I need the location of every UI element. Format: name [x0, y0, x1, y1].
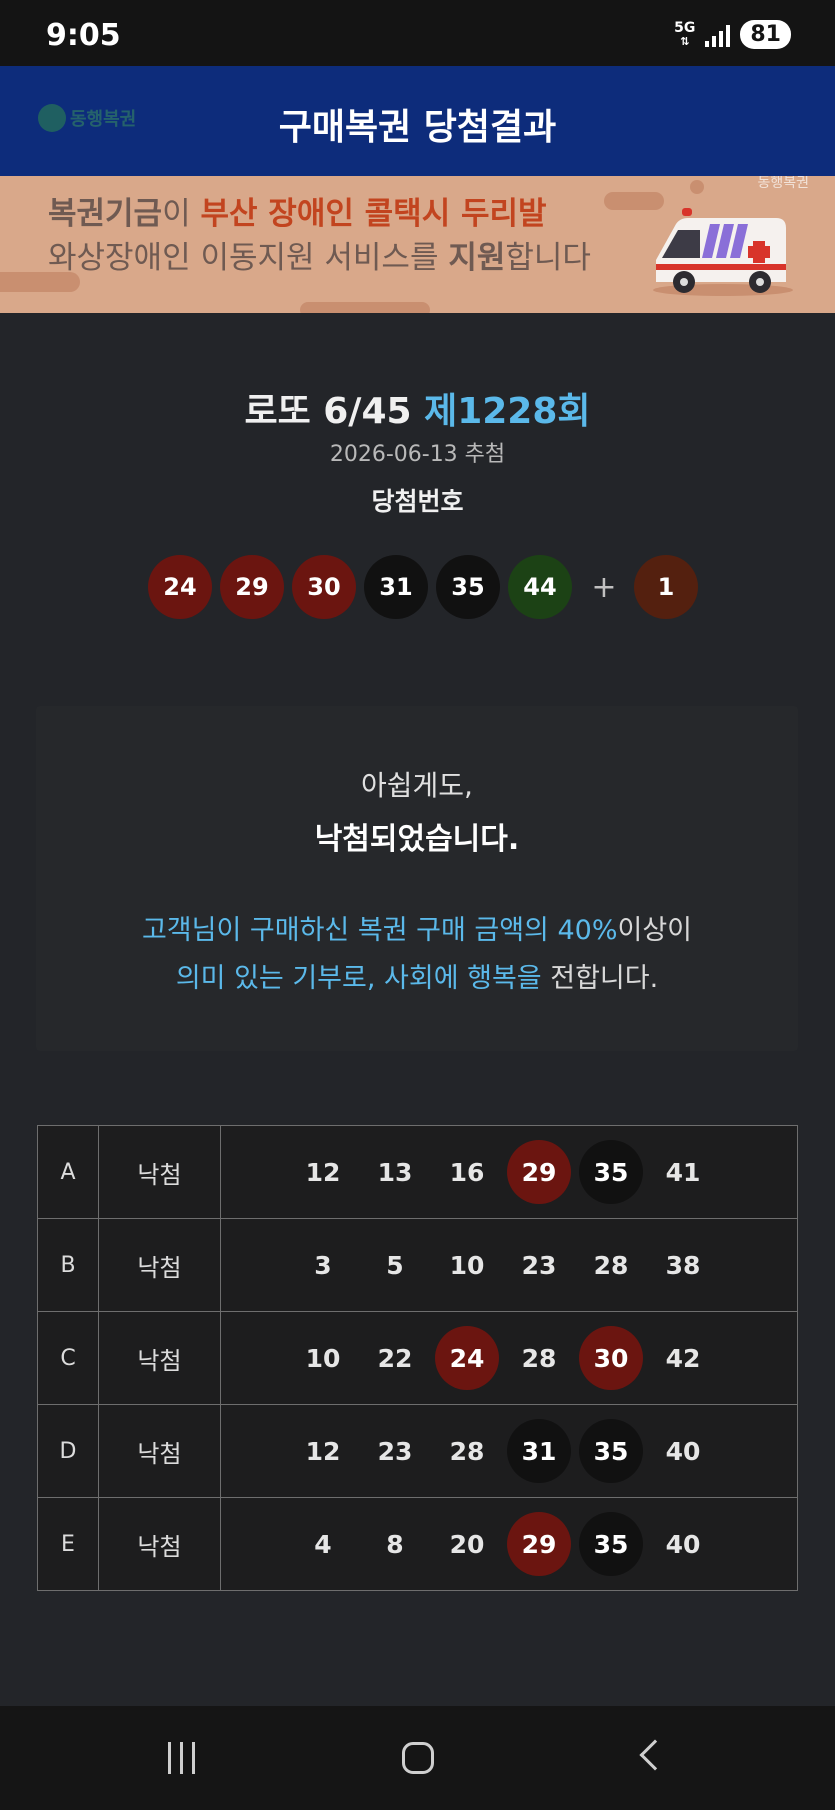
table-row: B 낙첨 3 5 10 23 28 38: [37, 1218, 798, 1312]
ticket-label: E: [37, 1497, 99, 1591]
promo-banner[interactable]: 동행복권 복권기금이 부산 장애인 콜택시 두리발 와상장애인 이동지원 서비스…: [0, 176, 835, 313]
ticket-number: 13: [377, 1157, 413, 1187]
bonus-number-ball: 1: [634, 555, 698, 619]
ticket-label: B: [37, 1218, 99, 1312]
ambulance-icon: [653, 208, 793, 296]
donation-message-line1: 고객님이 구매하신 복권 구매 금액의 40%이상이: [141, 915, 693, 946]
ticket-number: 28: [449, 1436, 485, 1466]
ticket-status: 낙첨: [98, 1311, 221, 1405]
matched-number-ball: 31: [507, 1419, 571, 1483]
matched-number-ball: 35: [579, 1512, 643, 1576]
winning-number-ball: 30: [292, 555, 356, 619]
winning-number-ball: 44: [508, 555, 572, 619]
table-row: A 낙첨 12 13 16 29 35 41: [37, 1125, 798, 1219]
result-status: 낙첨되었습니다.: [314, 822, 520, 857]
winning-number-ball: 35: [436, 555, 500, 619]
ticket-number: 41: [665, 1157, 701, 1187]
ticket-number: 10: [305, 1343, 341, 1373]
page-title: 구매복권 당첨결과: [278, 107, 557, 148]
ticket-number: 23: [521, 1250, 557, 1280]
matched-number-ball: 29: [507, 1140, 571, 1204]
table-row: C 낙첨 10 22 24 28 30 42: [37, 1311, 798, 1405]
table-row: E 낙첨 4 8 20 29 35 40: [37, 1497, 798, 1591]
matched-number-ball: 30: [579, 1326, 643, 1390]
ticket-number: 40: [665, 1436, 701, 1466]
winning-numbers-label: 당첨번호: [371, 487, 464, 516]
status-icons: 5G ⇅ 81: [674, 20, 791, 49]
ticket-number: 12: [305, 1436, 341, 1466]
ticket-status: 낙첨: [98, 1218, 221, 1312]
ticket-number: 4: [314, 1529, 332, 1559]
result-message-box: 아쉽게도, 낙첨되었습니다. 고객님이 구매하신 복권 구매 금액의 40%이상…: [36, 706, 798, 1051]
ticket-number: 5: [386, 1250, 404, 1280]
result-intro: 아쉽게도,: [361, 769, 473, 802]
banner-subline: 와상장애인 이동지원 서비스를 지원합니다: [48, 240, 591, 276]
winning-number-ball: 29: [220, 555, 284, 619]
ticket-number: 40: [665, 1529, 701, 1559]
status-time: 9:05: [46, 18, 121, 53]
network-5g-icon: 5G ⇅: [674, 19, 696, 48]
table-row: D 낙첨 12 23 28 31 35 40: [37, 1404, 798, 1498]
winning-number-ball: 31: [364, 555, 428, 619]
ticket-number: 20: [449, 1529, 485, 1559]
draw-round: 제1228회: [424, 391, 591, 432]
ticket-number: 28: [521, 1343, 557, 1373]
status-bar: 9:05 5G ⇅ 81: [0, 0, 835, 66]
ticket-status: 낙첨: [98, 1497, 221, 1591]
app-header: 동행복권 구매복권 당첨결과: [0, 66, 835, 176]
ticket-numbers: 12 13 16 29 35 41: [220, 1125, 798, 1219]
ticket-label: C: [37, 1311, 99, 1405]
banner-brand: 동행복권: [757, 176, 809, 191]
ticket-number: 28: [593, 1250, 629, 1280]
ticket-number: 8: [386, 1529, 404, 1559]
ticket-number: 10: [449, 1250, 485, 1280]
signal-icon: [705, 23, 731, 47]
winning-numbers: 24 29 30 31 35 44 +1: [148, 555, 706, 619]
plus-sign: +: [591, 569, 617, 605]
ticket-number: 3: [314, 1250, 332, 1280]
system-nav-bar: [0, 1706, 835, 1810]
ticket-number: 22: [377, 1343, 413, 1373]
recent-apps-icon[interactable]: [168, 1742, 195, 1774]
ticket-numbers: 12 23 28 31 35 40: [220, 1404, 798, 1498]
home-icon[interactable]: [402, 1742, 434, 1774]
ticket-label: D: [37, 1404, 99, 1498]
draw-title: 로또 6/45 제1228회: [244, 391, 591, 432]
ticket-results-table: A 낙첨 12 13 16 29 35 41 B 낙첨 3 5 10 23 28 38 C 낙첨 10 22 24 28 3…: [37, 1125, 798, 1591]
ticket-number: 42: [665, 1343, 701, 1373]
draw-date: 2026-06-13 추첨: [329, 442, 506, 467]
back-icon[interactable]: [639, 1739, 671, 1771]
banner-headline: 복권기금이 부산 장애인 콜택시 두리발: [48, 196, 547, 232]
donation-message-line2: 의미 있는 기부로, 사회에 행복을 전합니다.: [175, 963, 659, 994]
matched-number-ball: 35: [579, 1419, 643, 1483]
ticket-number: 16: [449, 1157, 485, 1187]
ticket-numbers: 10 22 24 28 30 42: [220, 1311, 798, 1405]
winning-number-ball: 24: [148, 555, 212, 619]
ticket-numbers: 4 8 20 29 35 40: [220, 1497, 798, 1591]
ticket-status: 낙첨: [98, 1404, 221, 1498]
ticket-status: 낙첨: [98, 1125, 221, 1219]
matched-number-ball: 24: [435, 1326, 499, 1390]
ticket-number: 12: [305, 1157, 341, 1187]
ticket-number: 23: [377, 1436, 413, 1466]
ticket-number: 38: [665, 1250, 701, 1280]
battery-indicator: 81: [740, 20, 791, 49]
ticket-numbers: 3 5 10 23 28 38: [220, 1218, 798, 1312]
matched-number-ball: 35: [579, 1140, 643, 1204]
matched-number-ball: 29: [507, 1512, 571, 1576]
ticket-label: A: [37, 1125, 99, 1219]
